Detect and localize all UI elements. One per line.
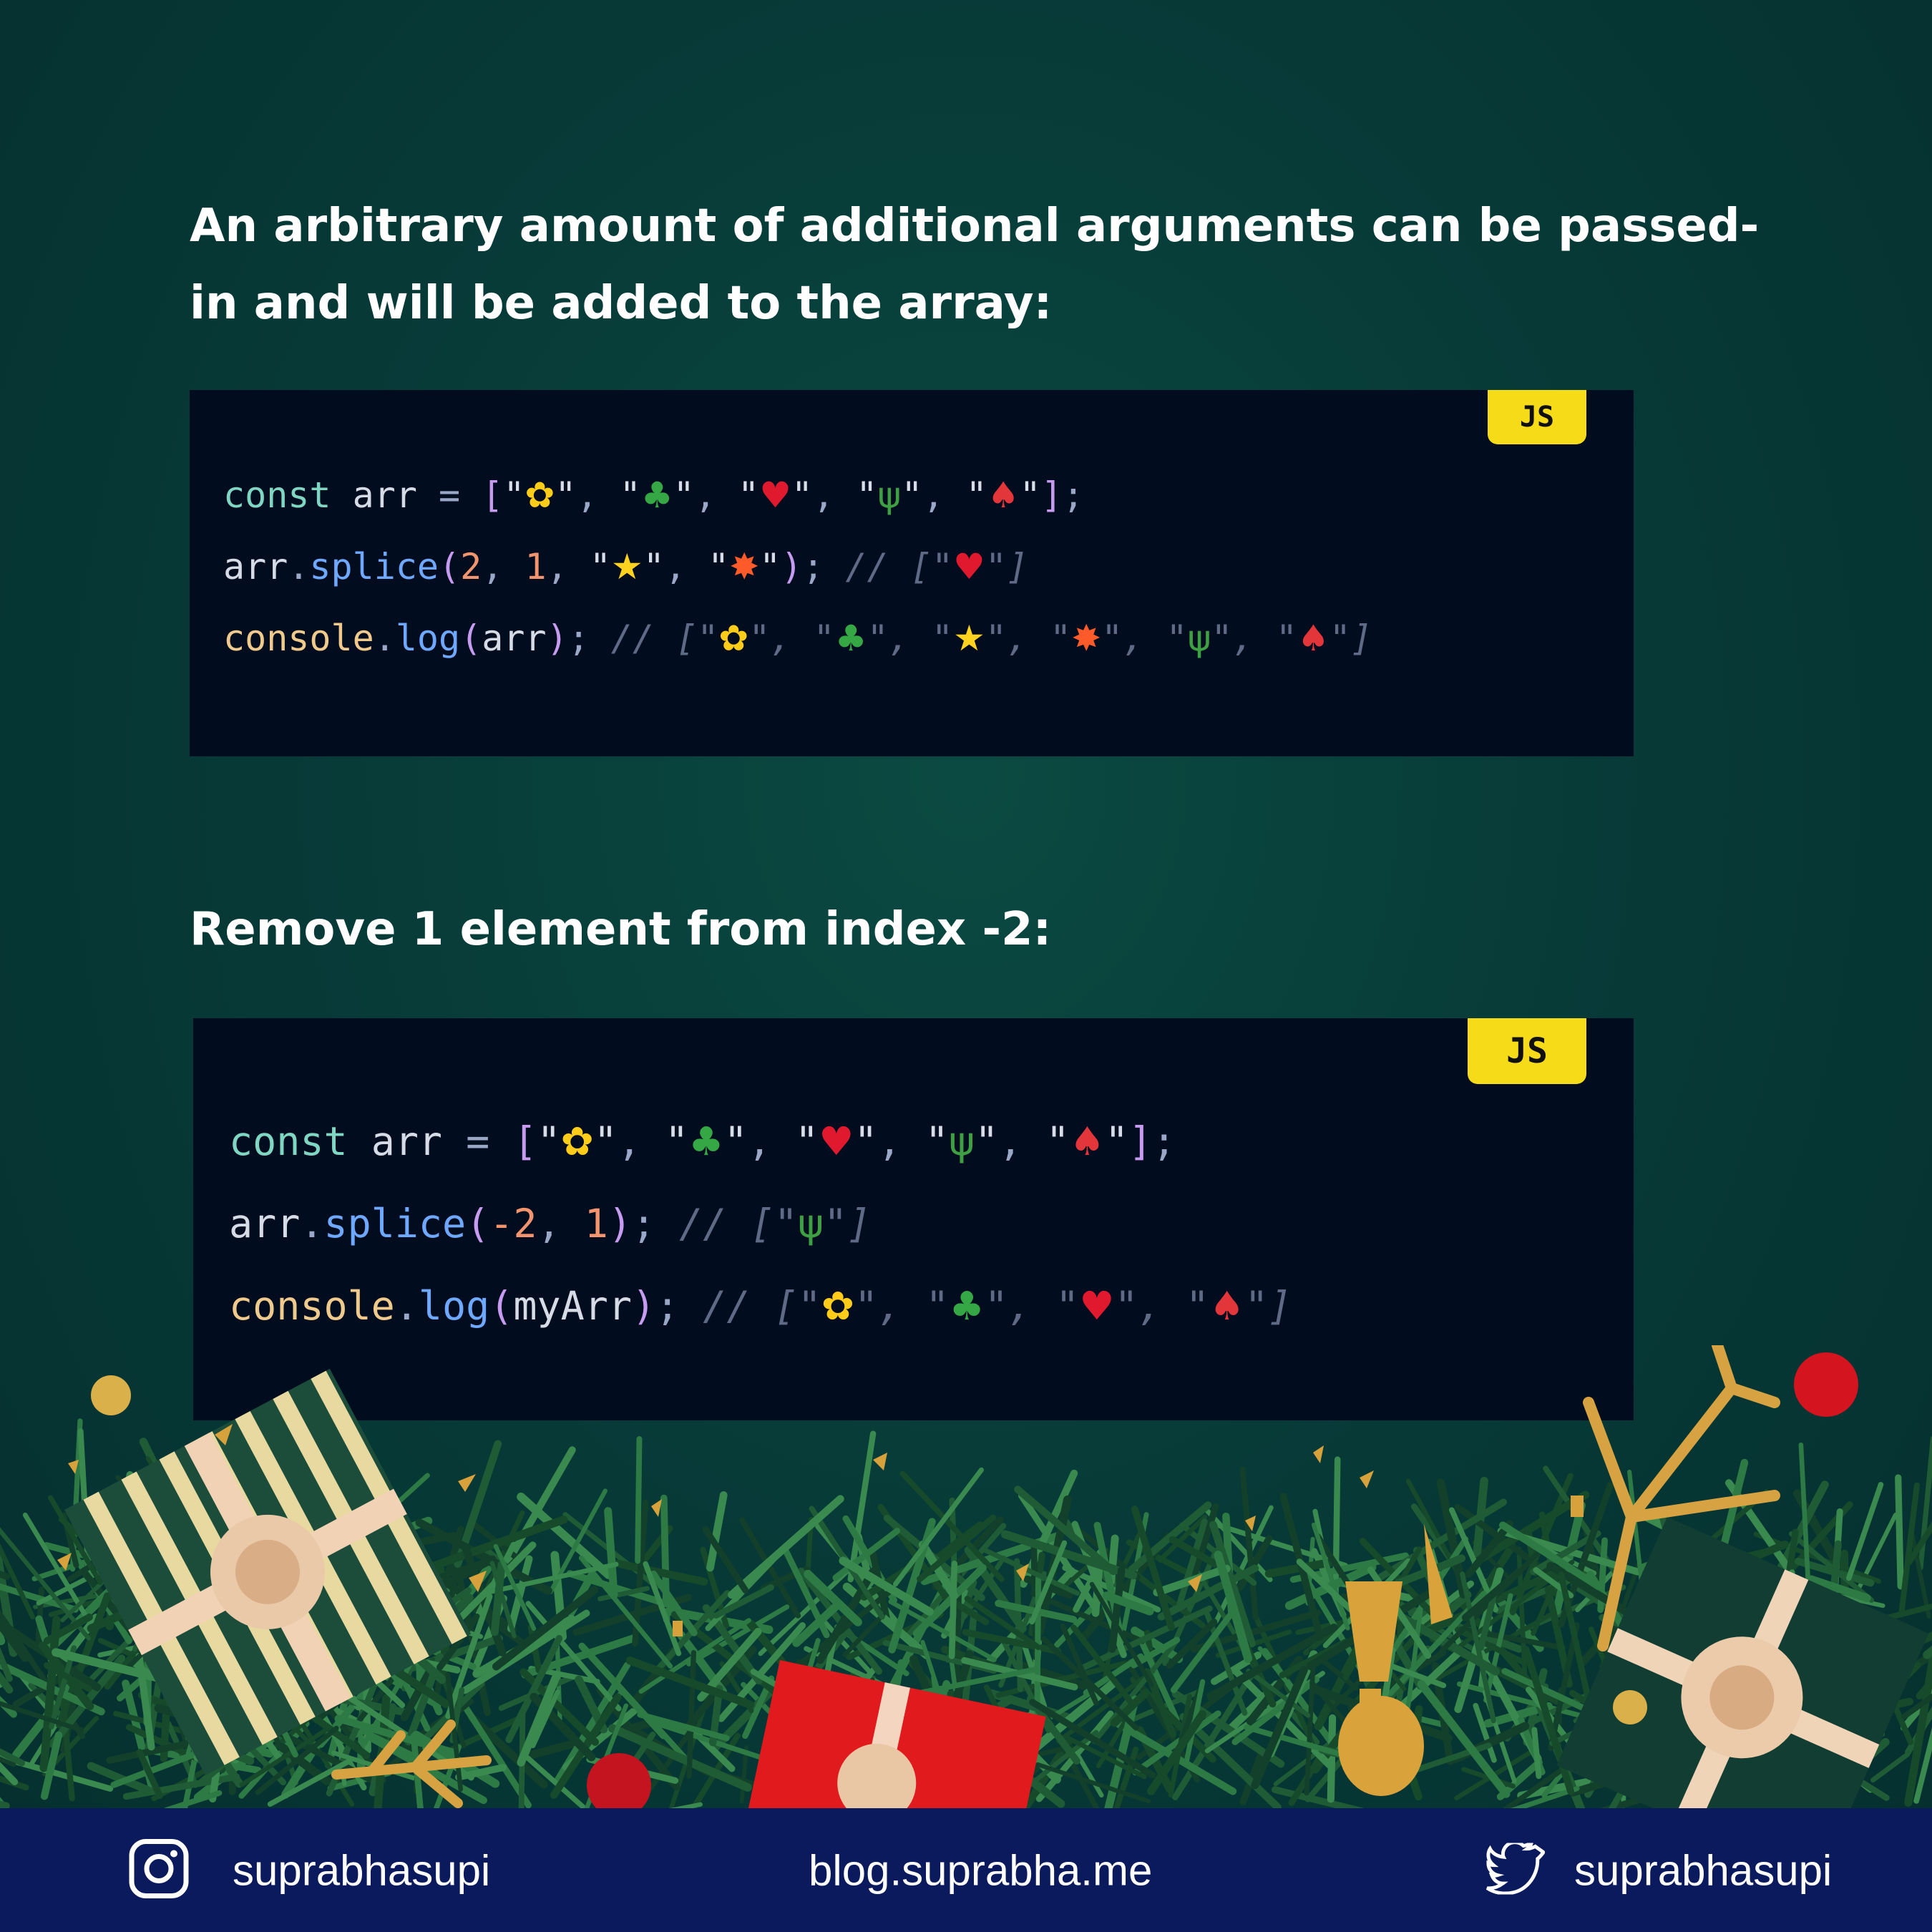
section-heading-remove: Remove 1 element from index -2: — [190, 903, 1052, 956]
decoration-illustration — [0, 1340, 1932, 1899]
twitter-handle[interactable]: suprabhasupi — [1574, 1845, 1832, 1895]
instagram-icon[interactable] — [129, 1838, 189, 1902]
heading-line: An arbitrary amount of additional argume… — [190, 200, 1760, 253]
code-line-2: arr.splice(-2, 1); // ["ψ"] — [229, 1201, 872, 1246]
section-heading-add: An arbitrary amount of additional argume… — [190, 187, 1835, 342]
code-line-2: arr.splice(2, 1, "★", "✸"); // ["♥"] — [223, 546, 1029, 587]
christmas-decoration — [0, 1340, 1932, 1899]
code-line-1: const arr = ["✿", "♣", "♥", "ψ", "♠"]; — [223, 474, 1084, 516]
ornament-ball-icon — [1794, 1352, 1858, 1417]
code-block-splice-add: JS const arr = ["✿", "♣", "♥", "ψ", "♠"]… — [190, 390, 1634, 756]
heading-line: in and will be added to the array: — [190, 277, 1053, 330]
code-line-3: console.log(myArr); // ["✿", "♣", "♥", "… — [229, 1283, 1292, 1329]
js-language-badge: JS — [1468, 1018, 1586, 1084]
footer-bar: suprabhasupi blog.suprabha.me suprabhasu… — [0, 1808, 1932, 1932]
code-line-1: const arr = ["✿", "♣", "♥", "ψ", "♠"]; — [229, 1118, 1176, 1164]
ornament-ball-icon — [91, 1375, 131, 1415]
twitter-icon[interactable] — [1485, 1838, 1546, 1898]
instagram-handle[interactable]: suprabhasupi — [233, 1845, 490, 1895]
blog-link[interactable]: blog.suprabha.me — [809, 1845, 1152, 1895]
code-line-3: console.log(arr); // ["✿", "♣", "★", "✸"… — [223, 618, 1373, 659]
js-language-badge: JS — [1488, 390, 1586, 444]
